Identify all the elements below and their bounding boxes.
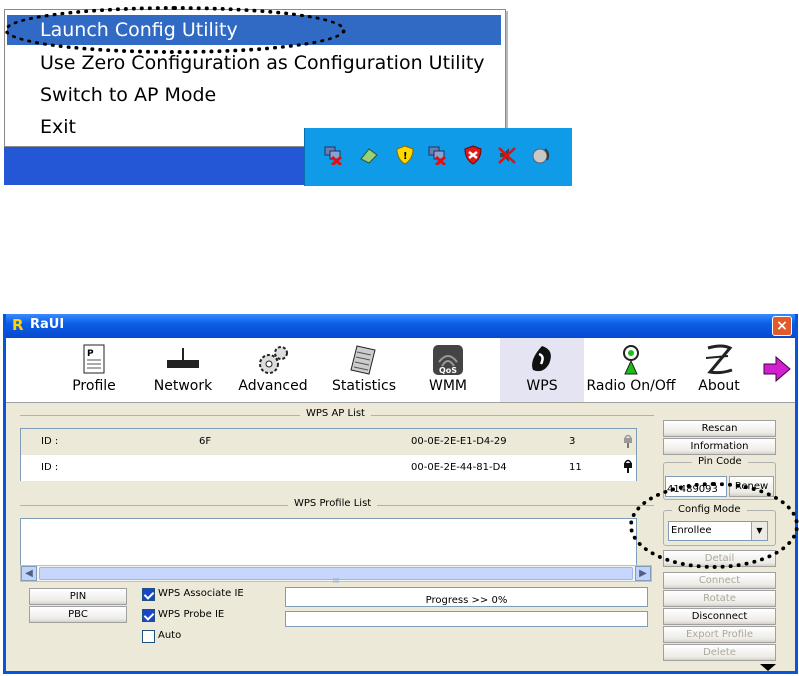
wps-ap-list: ID : 6F 00-0E-2E-E1-D4-29 3 ID : 00-0E-2…: [20, 428, 637, 481]
pbc-button[interactable]: PBC: [29, 606, 127, 623]
connect-button[interactable]: Connect: [663, 572, 776, 589]
horizontal-scrollbar[interactable]: ◀ III ▶: [20, 565, 652, 585]
wps-icon: [532, 346, 551, 372]
delete-button[interactable]: Delete: [663, 644, 776, 661]
ap-bssid: 00-0E-2E-44-81-D4: [411, 462, 507, 473]
ap-ssid: 6F: [199, 436, 212, 447]
tool-label: Profile: [72, 378, 116, 394]
highlight-ellipse: [4, 6, 346, 54]
lock-icon: [624, 434, 632, 448]
ap-bssid: 00-0E-2E-E1-D4-29: [411, 436, 507, 447]
ralink-logo-icon: [705, 344, 733, 375]
lock-icon: [624, 459, 632, 473]
window-title: RaUI: [30, 317, 65, 332]
scroll-right-button[interactable]: ▶: [635, 566, 651, 581]
radio-antenna-icon: [623, 345, 639, 375]
export-profile-button[interactable]: Export Profile: [663, 626, 776, 643]
tool-label: Statistics: [332, 378, 396, 394]
tool-wmm[interactable]: QoS WMM: [418, 338, 478, 402]
profile-icon: P: [83, 344, 105, 374]
tool-label: Radio On/Off: [586, 378, 676, 394]
gears-icon: [259, 346, 288, 374]
progress-label: Progress >> 0%: [425, 595, 508, 606]
wps-ap-list-group: WPS AP List: [20, 408, 654, 419]
wps-ap-list-legend: WPS AP List: [300, 408, 371, 419]
tool-label: Network: [153, 378, 213, 394]
auto-label: Auto: [158, 630, 182, 641]
pin-code-legend: Pin Code: [692, 456, 748, 467]
tool-statistics[interactable]: Statistics: [326, 338, 402, 402]
table-row[interactable]: ID : 00-0E-2E-44-81-D4 11: [21, 456, 636, 481]
table-row[interactable]: ID : 6F 00-0E-2E-E1-D4-29 3: [21, 429, 636, 455]
security-shield-icon[interactable]: !: [395, 145, 415, 165]
wps-profile-list-legend: WPS Profile List: [288, 498, 378, 509]
qos-icon: QoS: [433, 345, 463, 375]
auto-checkbox[interactable]: [142, 630, 155, 643]
tool-advanced[interactable]: Advanced: [235, 338, 311, 402]
progress-box: Progress >> 0%: [285, 587, 648, 607]
tool-wps[interactable]: WPS: [500, 338, 584, 402]
progress-bar: [285, 611, 648, 627]
wps-probe-ie-checkbox[interactable]: [142, 609, 155, 622]
pin-button[interactable]: PIN: [29, 588, 127, 605]
tool-about[interactable]: About: [692, 338, 746, 402]
ap-channel: 3: [569, 436, 576, 447]
tool-profile[interactable]: P Profile: [59, 338, 129, 402]
wireless-utility-icon[interactable]: [531, 145, 551, 165]
ap-id-label: ID :: [41, 436, 59, 447]
toolbar: P Profile Network Advanced Statistics Qo…: [6, 338, 795, 403]
wps-associate-ie-label: WPS Associate IE: [158, 588, 244, 599]
scroll-thumb[interactable]: III: [39, 567, 633, 585]
taskbar: [4, 147, 304, 185]
disconnect-button[interactable]: Disconnect: [663, 608, 776, 625]
next-arrow-icon[interactable]: [762, 356, 792, 382]
rescan-button[interactable]: Rescan: [663, 420, 776, 437]
ap-id-label: ID :: [41, 462, 59, 473]
highlight-ellipse: [629, 482, 799, 569]
wps-associate-ie-checkbox[interactable]: [142, 588, 155, 601]
router-icon: [167, 348, 199, 368]
rotate-button[interactable]: Rotate: [663, 590, 776, 607]
app-logo: R: [12, 316, 24, 334]
network-icon[interactable]: [359, 145, 379, 165]
wps-profile-list-group: WPS Profile List: [20, 498, 654, 509]
menu-item-use-zero-configuration[interactable]: Use Zero Configuration as Configuration …: [7, 48, 501, 78]
svg-text:QoS: QoS: [439, 366, 457, 375]
tool-label: WMM: [428, 378, 467, 394]
close-button[interactable]: ×: [772, 316, 792, 336]
tool-label: WPS: [526, 378, 558, 394]
ap-channel: 11: [569, 462, 582, 473]
tool-radio-on-off[interactable]: Radio On/Off: [584, 338, 678, 402]
network-disconnected-icon[interactable]: [323, 145, 343, 165]
expand-arrow-icon[interactable]: [758, 664, 778, 672]
information-button[interactable]: Information: [663, 438, 776, 455]
title-bar[interactable]: R RaUI ×: [6, 314, 795, 338]
menu-item-switch-to-ap-mode[interactable]: Switch to AP Mode: [7, 80, 501, 110]
firewall-icon[interactable]: [463, 145, 483, 165]
tool-label: Advanced: [238, 378, 308, 394]
volume-muted-icon[interactable]: [497, 145, 517, 165]
system-tray: !: [304, 128, 572, 186]
wps-probe-ie-label: WPS Probe IE: [158, 609, 225, 620]
tool-network[interactable]: Network: [148, 338, 218, 402]
tool-label: About: [698, 378, 740, 394]
calculator-icon: [350, 345, 376, 375]
svg-text:P: P: [87, 349, 94, 359]
scroll-left-button[interactable]: ◀: [21, 566, 37, 581]
network-disconnected-icon[interactable]: [427, 145, 447, 165]
wps-profile-list: [20, 518, 637, 565]
svg-text:!: !: [403, 151, 408, 162]
scroll-grip: III: [332, 577, 340, 585]
